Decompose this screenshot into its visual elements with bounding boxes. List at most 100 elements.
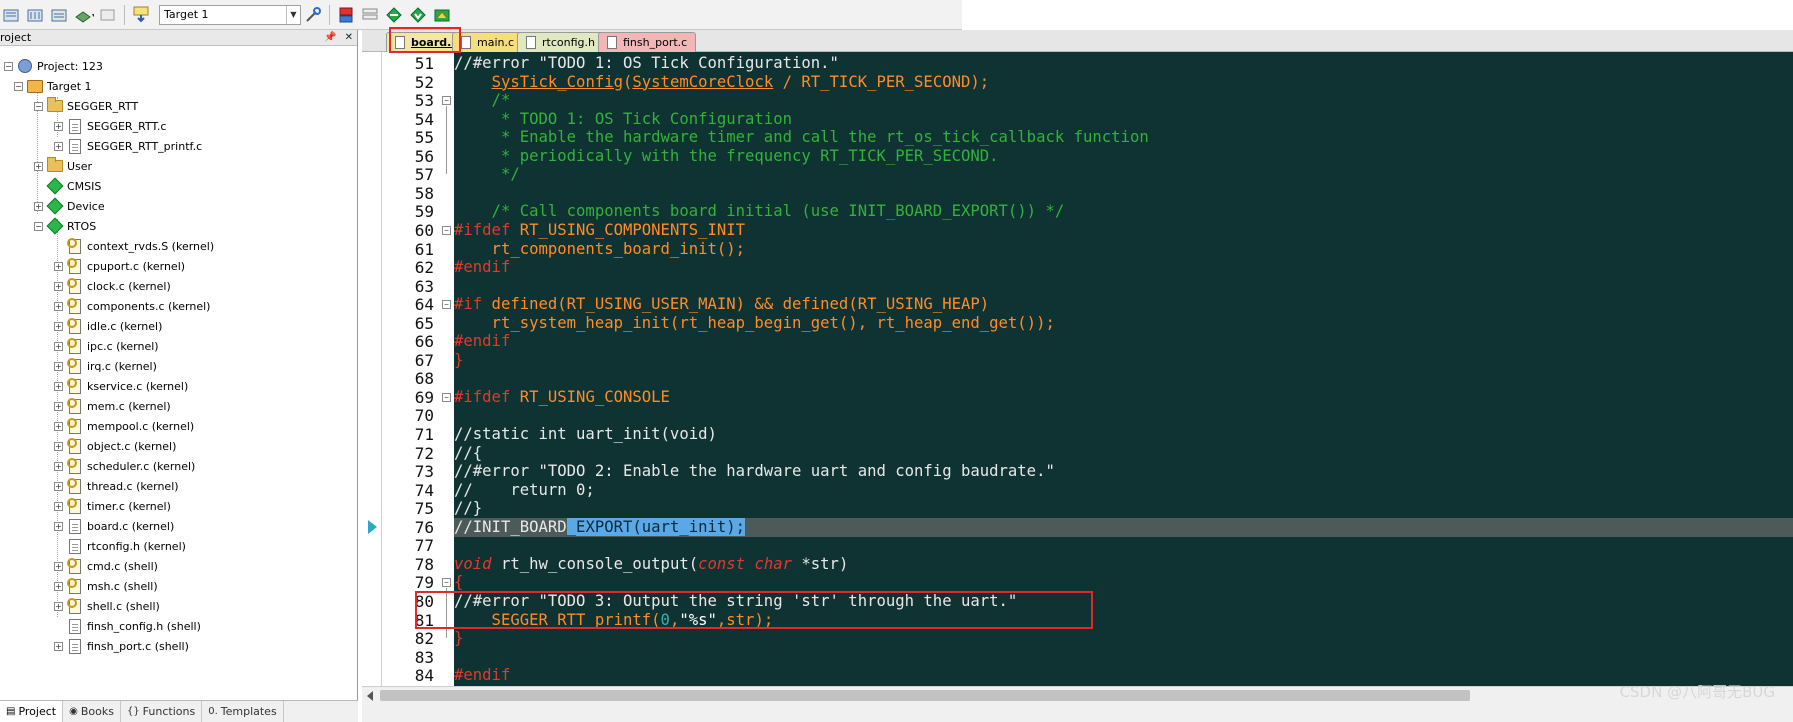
code-line[interactable]: //INIT_BOARD_EXPORT(uart_init);: [454, 517, 746, 537]
expand-icon[interactable]: +: [54, 441, 63, 451]
green-diamond-icon[interactable]: [384, 5, 404, 25]
expand-icon[interactable]: +: [54, 281, 63, 291]
tab-rtconfig-h[interactable]: rtconfig.h: [517, 32, 604, 52]
expand-icon[interactable]: +: [54, 521, 63, 531]
code-line[interactable]: //#error "TODO 1: OS Tick Configuration.…: [454, 54, 839, 73]
code-line[interactable]: //}: [454, 499, 482, 518]
tab-project[interactable]: ▤ Project: [0, 701, 64, 722]
expand-icon[interactable]: +: [54, 601, 63, 611]
collapse-icon[interactable]: −: [34, 101, 43, 111]
group-rtos[interactable]: − RTOS: [34, 216, 96, 236]
file-item[interactable]: rtconfig.h (kernel): [54, 536, 186, 556]
code-line[interactable]: /* Call components board initial (use IN…: [454, 202, 1065, 221]
file-item[interactable]: + components.c (kernel): [54, 296, 210, 316]
target-node[interactable]: − Target 1: [14, 76, 92, 96]
file-item[interactable]: + object.c (kernel): [54, 436, 176, 456]
fold-toggle-icon[interactable]: −: [442, 96, 451, 106]
batch-build-icon[interactable]: [50, 5, 70, 25]
expand-icon[interactable]: +: [54, 501, 63, 511]
arrow-diamond-icon[interactable]: [408, 5, 428, 25]
expand-icon[interactable]: +: [54, 301, 63, 311]
expand-icon[interactable]: +: [54, 641, 63, 651]
file-item[interactable]: + mempool.c (kernel): [54, 416, 194, 436]
horizontal-scrollbar[interactable]: [362, 686, 1793, 704]
expand-icon[interactable]: +: [54, 341, 63, 351]
file-item[interactable]: + kservice.c (kernel): [54, 376, 188, 396]
file-item[interactable]: + mem.c (kernel): [54, 396, 171, 416]
download-icon[interactable]: [131, 5, 151, 25]
insert-icon[interactable]: [360, 5, 380, 25]
rebuild-icon[interactable]: [26, 5, 46, 25]
expand-icon[interactable]: +: [54, 121, 63, 131]
file-item[interactable]: + board.c (kernel): [54, 516, 174, 536]
code-line[interactable]: rt_system_heap_init(rt_heap_begin_get(),…: [454, 314, 1055, 333]
expand-icon[interactable]: +: [34, 201, 43, 211]
file-item[interactable]: + SEGGER_RTT_printf.c: [54, 136, 202, 156]
fold-toggle-icon[interactable]: −: [442, 578, 451, 588]
code-line[interactable]: #ifdef RT_USING_COMPONENTS_INIT: [454, 221, 745, 240]
pin-icon[interactable]: 📌: [324, 32, 336, 43]
file-item[interactable]: + thread.c (kernel): [54, 476, 179, 496]
scrollbar-thumb[interactable]: [380, 690, 1470, 701]
code-line[interactable]: rt_components_board_init();: [454, 240, 746, 259]
code-line[interactable]: SysTick_Config(SystemCoreClock / RT_TICK…: [454, 73, 990, 92]
file-item[interactable]: + clock.c (kernel): [54, 276, 171, 296]
file-item[interactable]: + ipc.c (kernel): [54, 336, 159, 356]
expand-icon[interactable]: +: [54, 481, 63, 491]
file-item[interactable]: + msh.c (shell): [54, 576, 158, 596]
group-device[interactable]: + Device: [34, 196, 105, 216]
code-line[interactable]: //{: [454, 444, 482, 463]
code-line[interactable]: * TODO 1: OS Tick Configuration: [454, 110, 792, 129]
code-line[interactable]: //#error "TODO 2: Enable the hardware ua…: [454, 462, 1055, 481]
file-item[interactable]: + finsh_port.c (shell): [54, 636, 189, 656]
collapse-icon[interactable]: −: [34, 221, 43, 231]
file-item[interactable]: + cpuport.c (kernel): [54, 256, 185, 276]
group-cmsis[interactable]: CMSIS: [34, 176, 101, 196]
file-item[interactable]: + scheduler.c (kernel): [54, 456, 195, 476]
tab-main-c[interactable]: main.c: [452, 32, 524, 52]
group-user[interactable]: + User: [34, 156, 92, 176]
expand-icon[interactable]: +: [54, 561, 63, 571]
tab-books[interactable]: ◉ Books: [63, 701, 121, 722]
tab-functions[interactable]: {} Functions: [121, 701, 203, 722]
chevron-down-icon[interactable]: ▼: [286, 5, 300, 24]
close-icon[interactable]: ✕: [345, 32, 353, 43]
expand-icon[interactable]: +: [54, 381, 63, 391]
expand-icon[interactable]: +: [54, 321, 63, 331]
tab-templates[interactable]: 0. Templates: [202, 701, 284, 722]
code-line[interactable]: }: [454, 629, 463, 648]
expand-icon[interactable]: +: [54, 141, 63, 151]
fold-toggle-icon[interactable]: −: [442, 225, 451, 235]
collapse-icon[interactable]: −: [4, 61, 13, 71]
code-line[interactable]: #endif: [454, 332, 510, 351]
file-item[interactable]: + irq.c (kernel): [54, 356, 157, 376]
code-line[interactable]: */: [454, 165, 520, 184]
code-line[interactable]: //static int uart_init(void): [454, 425, 717, 444]
code-line[interactable]: #endif: [454, 666, 510, 685]
file-item[interactable]: finsh_config.h (shell): [54, 616, 201, 636]
code-line[interactable]: #if defined(RT_USING_USER_MAIN) && defin…: [454, 295, 989, 314]
expand-icon[interactable]: +: [54, 401, 63, 411]
stop-build-icon[interactable]: [98, 5, 118, 25]
code-line[interactable]: #ifdef RT_USING_CONSOLE: [454, 388, 670, 407]
expand-icon[interactable]: +: [54, 581, 63, 591]
file-item[interactable]: + SEGGER_RTT.c: [54, 116, 166, 136]
project-root[interactable]: − Project: 123: [4, 56, 103, 76]
file-item[interactable]: context_rvds.S (kernel): [54, 236, 214, 256]
expand-icon[interactable]: +: [54, 361, 63, 371]
code-line[interactable]: * Enable the hardware timer and call the…: [454, 128, 1149, 147]
collapse-icon[interactable]: −: [14, 81, 23, 91]
file-item[interactable]: + timer.c (kernel): [54, 496, 171, 516]
expand-icon[interactable]: +: [34, 161, 43, 171]
breakpoint-margin[interactable]: [362, 52, 382, 704]
translate-icon[interactable]: [74, 5, 94, 25]
code-line[interactable]: #endif: [454, 258, 510, 277]
build-icon[interactable]: [2, 5, 22, 25]
tab-finsh-port-c[interactable]: finsh_port.c: [598, 32, 697, 52]
scroll-left-icon[interactable]: [367, 691, 373, 701]
code-line[interactable]: }: [454, 351, 463, 370]
group-segger-rtt[interactable]: − SEGGER_RTT: [34, 96, 138, 116]
expand-icon[interactable]: +: [54, 261, 63, 271]
manage-icon[interactable]: [336, 5, 356, 25]
code-line[interactable]: {: [454, 573, 463, 592]
